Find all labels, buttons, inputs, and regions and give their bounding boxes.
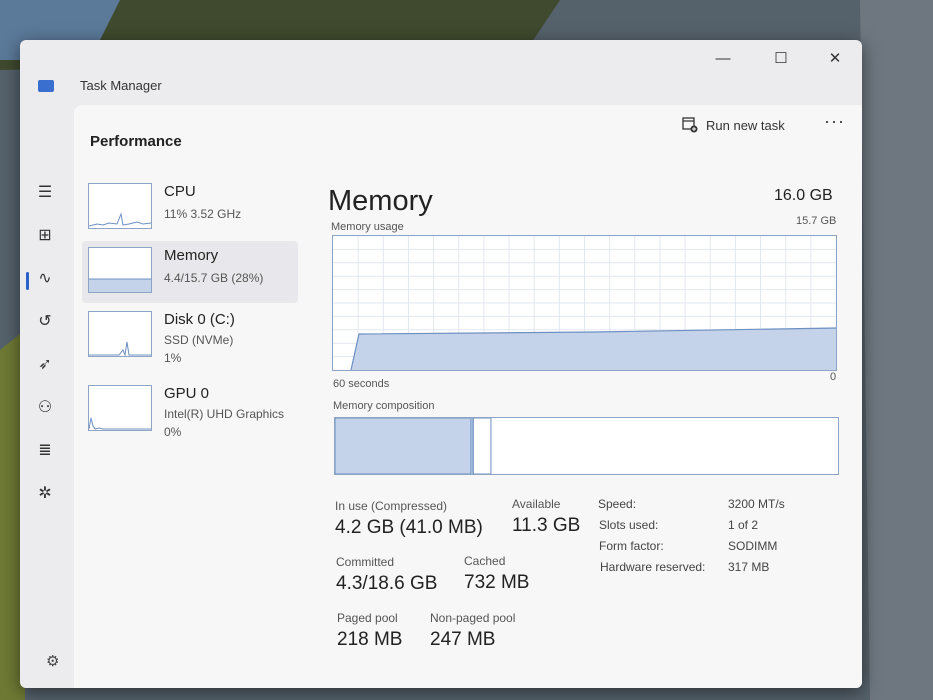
memory-composition-label: Memory composition — [333, 400, 435, 412]
perf-item-gpu[interactable]: GPU 0 Intel(R) UHD Graphics 0% — [82, 379, 298, 441]
nonpaged-pool-label: Non-paged pool — [430, 611, 516, 625]
perf-item-name: Disk 0 (C:) — [164, 311, 235, 328]
disk-thumbnail-graph — [88, 311, 152, 357]
run-new-task-button[interactable]: Run new task — [682, 117, 785, 133]
paged-pool-value: 218 MB — [337, 629, 403, 650]
nonpaged-pool-value: 247 MB — [430, 629, 496, 650]
cached-value: 732 MB — [464, 572, 530, 593]
memory-usage-label: Memory usage — [331, 221, 404, 233]
form-factor-label: Form factor: — [599, 539, 664, 553]
more-options-button[interactable]: ··· — [824, 111, 845, 132]
cached-label: Cached — [464, 554, 506, 568]
perf-item-name: Memory — [164, 247, 219, 264]
composition-in-use — [335, 418, 472, 474]
settings-gear-icon[interactable]: ⚙ — [46, 652, 59, 670]
in-use-label: In use (Compressed) — [335, 499, 448, 513]
memory-heading: Memory — [328, 185, 433, 217]
startup-apps-icon[interactable]: ➶ — [34, 354, 56, 376]
paged-pool-label: Paged pool — [337, 611, 398, 625]
title-bar: Task Manager — ☐ ✕ — [20, 40, 862, 93]
form-factor-value: SODIMM — [728, 539, 778, 553]
hardware-reserved-value: 317 MB — [728, 560, 770, 574]
hamburger-menu-icon[interactable]: ☰ — [34, 182, 56, 204]
run-task-label: Run new task — [706, 117, 785, 133]
speed-value: 3200 MT/s — [728, 497, 785, 511]
nav-active-indicator — [26, 272, 29, 290]
perf-item-detail: 4.4/15.7 GB (28%) — [164, 271, 264, 285]
slots-used-label: Slots used: — [599, 518, 659, 532]
committed-value: 4.3/18.6 GB — [336, 573, 438, 594]
performance-icon[interactable]: ∿ — [34, 268, 56, 290]
speed-label: Speed: — [598, 497, 637, 511]
perf-item-name: GPU 0 — [164, 385, 210, 402]
perf-item-usage: 0% — [164, 425, 182, 439]
perf-item-detail: 11% 3.52 GHz — [164, 207, 242, 221]
perf-item-usage: 1% — [164, 351, 182, 365]
perf-item-detail: SSD (NVMe) — [164, 333, 234, 347]
memory-total: 16.0 GB — [774, 187, 833, 204]
maximize-button[interactable]: ☐ — [766, 46, 796, 72]
memory-thumbnail-graph — [88, 247, 152, 293]
composition-standby — [472, 418, 492, 474]
app-history-icon[interactable]: ↺ — [34, 311, 56, 333]
available-value: 11.3 GB — [512, 515, 581, 536]
perf-item-cpu[interactable]: CPU 11% 3.52 GHz — [82, 177, 298, 239]
memory-usage-graph — [332, 235, 837, 371]
page-title: Performance — [90, 133, 182, 150]
users-icon[interactable]: ⚇ — [34, 397, 56, 419]
window-title: Task Manager — [80, 78, 162, 93]
memory-composition-bar — [334, 417, 839, 475]
graph-zero-label: 0 — [830, 371, 837, 383]
hardware-reserved-label: Hardware reserved: — [600, 560, 706, 574]
close-button[interactable]: ✕ — [820, 46, 850, 72]
gpu-thumbnail-graph — [88, 385, 152, 431]
performance-content: Performance Run new task ··· CPU 11% 3.5… — [74, 105, 862, 688]
slots-used-value: 1 of 2 — [728, 518, 759, 532]
available-label: Available — [512, 497, 561, 511]
cpu-thumbnail-graph — [88, 183, 152, 229]
perf-item-memory[interactable]: Memory 4.4/15.7 GB (28%) — [82, 241, 298, 303]
details-icon[interactable]: ≣ — [34, 440, 56, 462]
services-icon[interactable]: ✲ — [34, 483, 56, 505]
perf-item-detail: Intel(R) UHD Graphics — [164, 407, 285, 421]
time-span-label: 60 seconds — [333, 378, 390, 390]
run-task-icon — [682, 117, 698, 133]
processes-icon[interactable]: ⊞ — [34, 225, 56, 247]
minimize-button[interactable]: — — [708, 46, 738, 72]
task-manager-window: Task Manager — ☐ ✕ ☰ ⊞ ∿ ↺ ➶ ⚇ ≣ ✲ ⚙ Per… — [20, 40, 862, 688]
committed-label: Committed — [336, 555, 395, 569]
perf-item-disk[interactable]: Disk 0 (C:) SSD (NVMe) 1% — [82, 305, 298, 367]
in-use-value: 4.2 GB (41.0 MB) — [335, 517, 483, 538]
graph-max-label: 15.7 GB — [796, 215, 837, 227]
perf-item-name: CPU — [164, 183, 196, 200]
navigation-sidebar: ☰ ⊞ ∿ ↺ ➶ ⚇ ≣ ✲ — [20, 90, 74, 680]
